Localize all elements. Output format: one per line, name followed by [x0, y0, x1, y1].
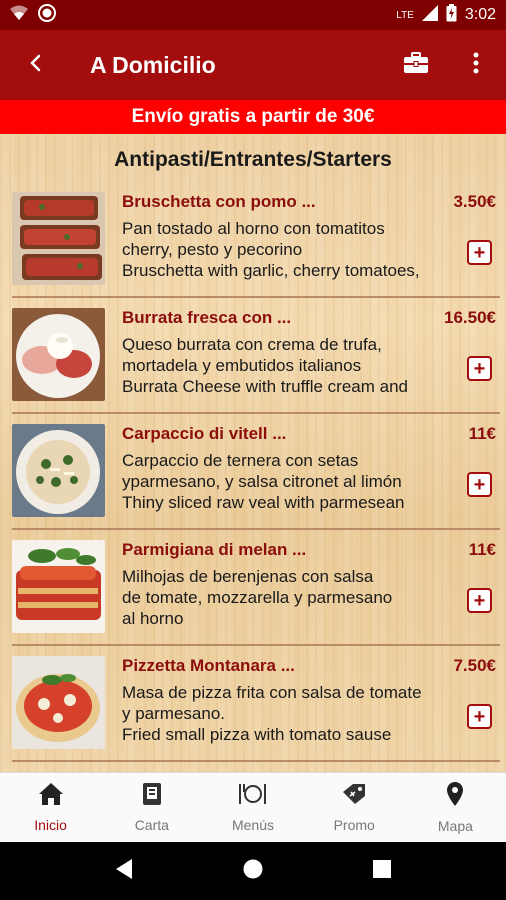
nav-label: Mapa — [437, 818, 473, 834]
signal-icon — [421, 5, 438, 25]
back-button[interactable] — [0, 30, 70, 100]
dish-desc-line: Fried small pizza with tomato sause — [122, 725, 392, 744]
divider — [12, 760, 500, 762]
dish-price: 7.50€ — [453, 656, 496, 675]
nav-item-promo[interactable]: Promo — [304, 773, 405, 842]
nav-label: Inicio — [34, 817, 67, 833]
dish-description: Pan tostado al horno con tomatitos cherr… — [122, 218, 462, 282]
dish-desc-line: de tomate, mozzarella y parmesano — [122, 588, 393, 607]
dish-description: Masa de pizza frita con salsa de tomate … — [122, 682, 462, 746]
back-triangle-icon[interactable] — [114, 858, 134, 885]
add-to-cart-button[interactable]: + — [467, 588, 492, 613]
dish-price: 11€ — [468, 540, 496, 559]
dish-desc-line: Masa de pizza frita con salsa de tomate — [122, 683, 422, 702]
dish-desc-line: cherry, pesto y pecorino — [122, 240, 303, 259]
dish-description: Queso burrata con crema de trufa, mortad… — [122, 334, 462, 398]
divider — [12, 528, 500, 530]
dish-desc-line: Thiny sliced raw veal with parmesean — [122, 493, 405, 512]
nav-item-inicio[interactable]: Inicio — [0, 773, 101, 842]
dish-photo-carpaccio — [12, 424, 105, 517]
dish-photo-bruschetta — [12, 192, 105, 285]
nav-item-menus[interactable]: Menús — [202, 773, 303, 842]
dish-name: Parmigiana di melan ... — [122, 540, 307, 559]
dish-desc-line: Pan tostado al horno con tomatitos — [122, 219, 385, 238]
promo-tag-icon — [341, 782, 367, 811]
dish-name: Burrata fresca con ... — [122, 308, 292, 327]
dish-name: Pizzetta Montanara ... — [122, 656, 295, 675]
divider — [12, 412, 500, 414]
add-to-cart-button[interactable]: + — [467, 704, 492, 729]
divider — [12, 296, 500, 298]
free-shipping-banner: Envío gratis a partir de 30€ — [0, 100, 506, 134]
dish-desc-line: yparmesano, y salsa citronet al limón — [122, 472, 402, 491]
arrow-back-icon — [28, 54, 42, 77]
dish-item[interactable]: Burrata fresca con ... 16.50€ Queso burr… — [12, 302, 500, 418]
menu-content[interactable]: Antipasti/Entrantes/Starters Bruschetta … — [0, 134, 506, 772]
dish-price: 11€ — [468, 424, 496, 443]
dish-desc-line: Carpaccio de ternera con setas — [122, 451, 359, 470]
app-bar: A Domicilio — [0, 30, 506, 100]
dish-photo-burrata — [12, 308, 105, 401]
home-icon — [38, 782, 64, 811]
add-to-cart-button[interactable]: + — [467, 240, 492, 265]
dish-desc-line: Queso burrata con crema de trufa, — [122, 335, 382, 354]
dish-desc-line: Bruschetta with garlic, cherry tomatoes, — [122, 261, 420, 280]
dish-item[interactable]: Pizzetta Montanara ... 7.50€ Masa de piz… — [12, 650, 500, 766]
dish-desc-line: mortadela y embutidos italianos — [122, 356, 362, 375]
add-to-cart-button[interactable]: + — [467, 356, 492, 381]
dish-item[interactable]: Carpaccio di vitell ... 11€ Carpaccio de… — [12, 418, 500, 534]
system-nav-bar — [0, 842, 506, 900]
cart-button[interactable] — [386, 30, 446, 100]
map-pin-icon — [446, 781, 464, 812]
overflow-menu-button[interactable] — [446, 30, 506, 100]
home-circle-icon[interactable] — [242, 858, 264, 885]
dish-desc-line: Burrata Cheese with truffle cream and — [122, 377, 408, 396]
nav-label: Carta — [134, 817, 169, 833]
wifi-icon — [10, 5, 28, 26]
dish-item[interactable]: Parmigiana di melan ... 11€ Milhojas de … — [12, 534, 500, 650]
bottom-nav: Inicio Carta Menús Promo Mapa — [0, 772, 506, 842]
nav-label: Menús — [231, 817, 275, 833]
cutlery-icon — [238, 782, 268, 811]
dish-name: Bruschetta con pomo ... — [122, 192, 316, 211]
status-time: 3:02 — [464, 6, 496, 23]
dish-photo-pizzetta — [12, 656, 105, 749]
dish-price: 3.50€ — [453, 192, 496, 211]
nav-label: Promo — [333, 817, 375, 833]
dish-desc-line: Milhojas de berenjenas con salsa — [122, 567, 374, 586]
page-title: A Domicilio — [90, 51, 216, 78]
menu-book-icon — [141, 782, 163, 811]
dish-photo-parmigiana — [12, 540, 105, 633]
dish-desc-line: y parmesano. — [122, 704, 225, 723]
lte-label: LTE — [396, 9, 414, 21]
dish-desc-line: al horno — [122, 609, 184, 628]
section-title: Antipasti/Entrantes/Starters — [114, 148, 392, 171]
dish-description: Carpaccio de ternera con setas yparmesan… — [122, 450, 462, 514]
dish-name: Carpaccio di vitell ... — [122, 424, 287, 443]
status-bar: LTE 3:02 — [0, 0, 506, 30]
record-icon — [38, 3, 56, 27]
divider — [12, 644, 500, 646]
nav-item-carta[interactable]: Carta — [101, 773, 202, 842]
recents-square-icon[interactable] — [372, 859, 392, 884]
add-to-cart-button[interactable]: + — [467, 472, 492, 497]
battery-icon — [446, 4, 457, 26]
dish-description: Milhojas de berenjenas con salsa de toma… — [122, 566, 462, 630]
dish-item[interactable]: Bruschetta con pomo ... 3.50€ Pan tostad… — [12, 186, 500, 302]
more-vert-icon — [473, 52, 479, 79]
nav-item-mapa[interactable]: Mapa — [405, 773, 506, 842]
briefcase-icon — [403, 51, 429, 79]
dish-price: 16.50€ — [444, 308, 496, 327]
